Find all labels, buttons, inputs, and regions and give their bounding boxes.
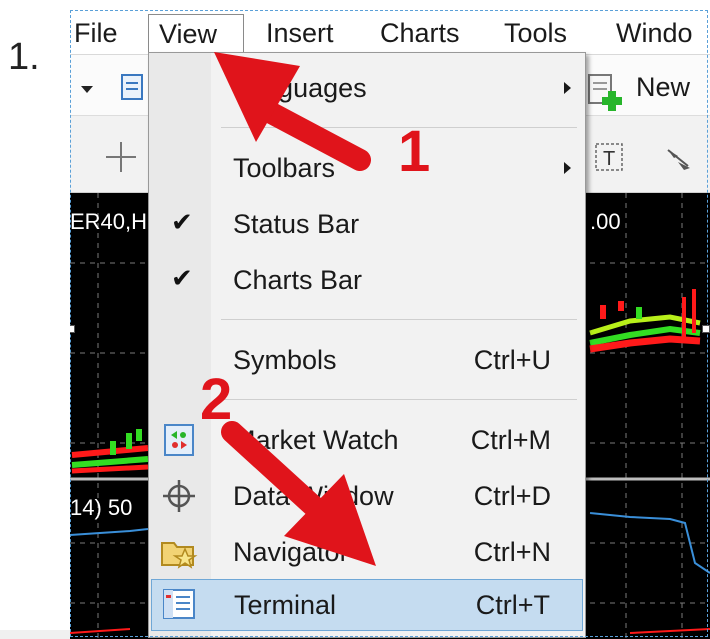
terminal-icon <box>163 589 195 619</box>
page-edge <box>0 630 70 639</box>
chart-symbol-label: ER40,H <box>70 209 148 234</box>
menu-item-data-window[interactable]: Data Window Ctrl+D <box>149 471 585 521</box>
resize-handle[interactable] <box>702 325 710 333</box>
menu-item-label: Data Window <box>233 481 394 511</box>
candles-left <box>71 429 149 474</box>
menu-insert[interactable]: Insert <box>266 14 334 52</box>
menu-item-shortcut: Ctrl+U <box>473 345 551 375</box>
menu-item-shortcut: Ctrl+N <box>473 537 551 567</box>
profiles-icon[interactable] <box>120 73 146 103</box>
menu-item-label: Charts Bar <box>233 265 363 295</box>
dropdown-arrow-icon[interactable] <box>80 85 94 95</box>
menu-item-label: Status Bar <box>233 209 360 239</box>
menubar: File View Insert Charts Tools Windo <box>70 10 710 55</box>
new-order-label[interactable]: New <box>636 72 690 103</box>
annotation-step-2: 2 <box>200 367 233 432</box>
menu-item-toolbars[interactable]: Toolbars <box>149 143 585 193</box>
new-order-icon[interactable] <box>586 71 630 111</box>
arrow-tool-icon[interactable] <box>664 144 694 174</box>
candles-right <box>589 289 701 353</box>
menu-item-label: Terminal <box>234 590 337 620</box>
checkmark-icon: ✔ <box>171 263 193 293</box>
menu-window[interactable]: Windo <box>616 14 693 52</box>
menu-item-label: Toolbars <box>233 153 336 183</box>
market-watch-icon <box>164 424 194 456</box>
menu-item-shortcut: Ctrl+T <box>475 590 550 620</box>
menu-separator <box>221 399 577 400</box>
menu-tools[interactable]: Tools <box>504 14 567 52</box>
menu-file[interactable]: File <box>74 14 118 52</box>
application-window: File View Insert Charts Tools Windo New <box>70 0 710 639</box>
resize-handle[interactable] <box>70 325 75 333</box>
text-tool-icon[interactable]: T <box>594 142 624 172</box>
menu-separator <box>221 319 577 320</box>
menu-item-charts-bar[interactable]: ✔ Charts Bar <box>149 255 585 305</box>
indicator-label: 14) 50 <box>70 495 133 520</box>
menu-item-label: Market Watch <box>233 425 399 455</box>
menu-item-label: Navigator <box>233 537 349 567</box>
navigator-folder-icon <box>161 542 198 569</box>
menu-item-status-bar[interactable]: ✔ Status Bar <box>149 199 585 249</box>
svg-text:T: T <box>603 148 615 170</box>
menu-item-label: Symbols <box>233 345 337 375</box>
step-number: 1. <box>8 36 40 78</box>
view-menu-dropdown: Languages Toolbars ✔ Status Bar ✔ Charts… <box>148 52 586 638</box>
crosshair-icon <box>163 480 195 512</box>
menu-charts[interactable]: Charts <box>380 14 460 52</box>
menu-view[interactable]: View <box>148 14 244 52</box>
crosshair-tool-icon[interactable] <box>104 140 138 174</box>
menu-item-navigator[interactable]: Navigator Ctrl+N <box>149 527 585 577</box>
menu-item-shortcut: Ctrl+M <box>470 425 551 455</box>
chart-price-label: .00 <box>590 209 621 234</box>
submenu-arrow-icon <box>564 82 571 94</box>
annotation-step-1: 1 <box>398 119 431 184</box>
menu-item-label: Languages <box>233 73 367 103</box>
submenu-arrow-icon <box>564 162 571 174</box>
checkmark-icon: ✔ <box>171 207 193 237</box>
menu-item-shortcut: Ctrl+D <box>473 481 551 511</box>
menu-item-languages[interactable]: Languages <box>149 63 585 113</box>
menu-item-terminal[interactable]: Terminal Ctrl+T <box>151 579 583 631</box>
